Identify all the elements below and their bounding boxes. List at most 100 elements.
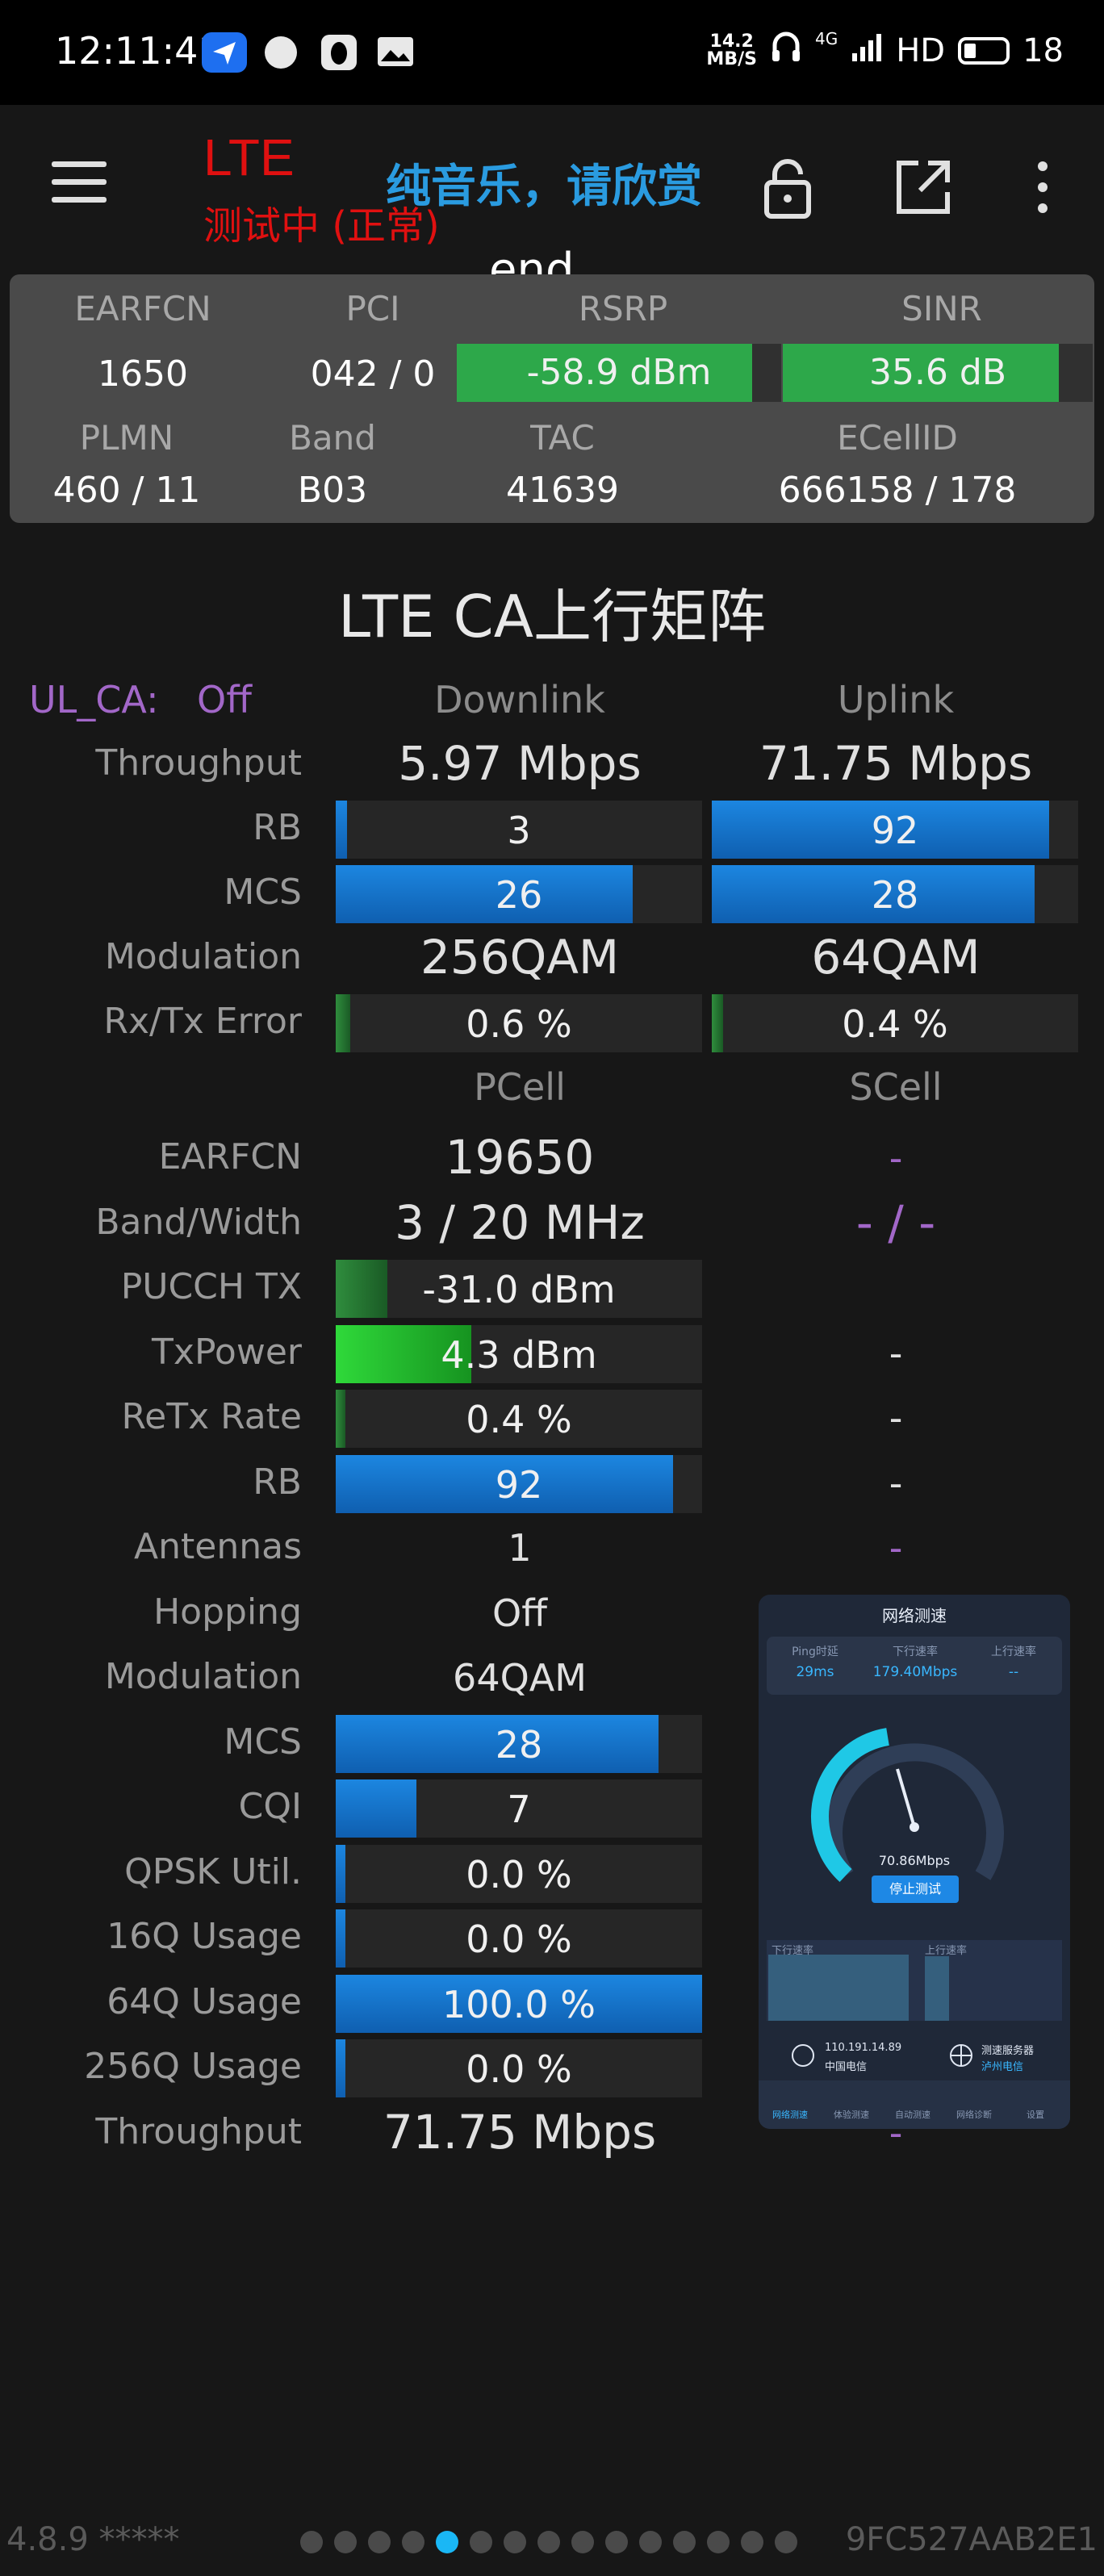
downlink-modulation: 256QAM — [420, 930, 620, 985]
speedtest-stats: Ping时延 29ms 下行速率 179.40Mbps 上行速率 -- — [767, 1637, 1062, 1695]
uplink-header: Uplink — [837, 678, 955, 721]
location-arrow-icon — [202, 32, 247, 73]
ecellid-value: 666158 / 178 — [778, 470, 1017, 511]
image-message-icon — [374, 32, 420, 73]
downlink-throughput: 5.97 Mbps — [398, 736, 642, 791]
mcs-label: MCS — [224, 872, 302, 913]
pcell-antennas-label: Antennas — [134, 1526, 302, 1567]
tab-speedtest[interactable]: 网络测速 — [760, 2108, 820, 2121]
plmn-value: 460 / 11 — [52, 470, 201, 511]
menu-hamburger-icon[interactable] — [52, 161, 107, 203]
ecellid-header: ECellID — [837, 418, 958, 458]
pcell-q256-label: 256Q Usage — [84, 2046, 302, 2087]
pci-header: PCI — [345, 289, 400, 328]
share-external-icon[interactable] — [891, 155, 956, 220]
page-dot[interactable] — [436, 2531, 458, 2553]
server-info: 110.191.14.89 中国电信 测速服务器 泸州电信 — [767, 2030, 1062, 2082]
pcell-hopping-value: Off — [492, 1591, 547, 1635]
pcell-pucch-tx-label: PUCCH TX — [120, 1266, 302, 1307]
band-header: Band — [289, 418, 376, 458]
rsrp-bar: -58.9 dBm — [457, 344, 781, 402]
page-dot[interactable] — [300, 2531, 323, 2553]
headphones-icon — [770, 29, 802, 73]
sinr-header: SINR — [901, 289, 982, 328]
pcell-cqi-bar: 7 — [336, 1779, 702, 1838]
pcell-mcs-label: MCS — [224, 1721, 302, 1763]
server-name[interactable]: 泸州电信 — [981, 2058, 1023, 2073]
ul-ca-value: Off — [197, 678, 252, 721]
page-dot[interactable] — [402, 2531, 424, 2553]
speed-graph: 下行速率 上行速率 — [767, 1940, 1062, 2021]
scell-header: SCell — [849, 1065, 943, 1109]
page-dot[interactable] — [470, 2531, 492, 2553]
tab-diagnose[interactable]: 网络诊断 — [944, 2108, 1004, 2121]
tab-experience[interactable]: 体验测速 — [822, 2108, 881, 2121]
scell-band-width-value: - / - — [855, 1195, 936, 1250]
status-bar: 12:11:41 14.2 MB/S 4G HD 18 — [0, 0, 1104, 105]
page-dot[interactable] — [775, 2531, 797, 2553]
page-dot[interactable] — [504, 2531, 526, 2553]
graph-up-caption: 上行速率 — [925, 1945, 968, 1957]
pcell-retx-rate-bar: 0.4 % — [336, 1390, 702, 1448]
pcell-hopping-label: Hopping — [153, 1591, 302, 1633]
tab-auto[interactable]: 自动测速 — [883, 2108, 943, 2121]
globe-icon — [950, 2044, 972, 2067]
earfcn-header: EARFCN — [74, 289, 211, 328]
scell-earfcn-value: - — [889, 1136, 903, 1180]
rxtx-error-label: Rx/Tx Error — [103, 1001, 302, 1042]
clock: 12:11:41 — [55, 29, 222, 73]
page-dot[interactable] — [707, 2531, 730, 2553]
page-dot[interactable] — [673, 2531, 696, 2553]
network-speed: 14.2 MB/S — [706, 31, 757, 69]
uplink-modulation: 64QAM — [811, 930, 981, 985]
pcell-modulation-label: Modulation — [104, 1656, 302, 1697]
pcell-band-width-label: Band/Width — [95, 1202, 302, 1243]
page-dot[interactable] — [334, 2531, 357, 2553]
page-dot[interactable] — [571, 2531, 594, 2553]
page-dot[interactable] — [605, 2531, 628, 2553]
more-vert-icon[interactable] — [1010, 155, 1075, 220]
uplink-mcs-bar: 28 — [712, 865, 1078, 923]
client-ip: 110.191.14.89 — [825, 2042, 902, 2054]
uplink-throughput: 71.75 Mbps — [759, 736, 1033, 791]
pcell-throughput-value: 71.75 Mbps — [383, 2105, 657, 2160]
ul-ca-label: UL_CA: — [29, 678, 159, 721]
music-banner: 纯音乐，请欣赏 — [386, 161, 702, 213]
hd-voice-indicator: HD — [896, 32, 946, 69]
tac-value: 41639 — [506, 470, 619, 511]
lock-icon[interactable] — [755, 155, 820, 220]
pcell-rb-bar: 92 — [336, 1455, 702, 1513]
stop-test-button[interactable]: 停止测试 — [872, 1876, 959, 1903]
page-dot[interactable] — [368, 2531, 391, 2553]
speedtest-tabbar: 网络测速 体验测速 自动测速 网络诊断 设置 — [759, 2080, 1070, 2129]
page-title: LTE CA上行矩阵 — [337, 583, 767, 650]
pcell-pucch-tx-bar: -31.0 dBm — [336, 1260, 702, 1318]
page-dot[interactable] — [537, 2531, 560, 2553]
gauge-reading: 70.86Mbps — [878, 1853, 951, 1868]
speedtest-title: 网络测速 — [882, 1606, 947, 1625]
earfcn-value: 1650 — [98, 353, 188, 395]
pcell-q16-bar: 0.0 % — [336, 1909, 702, 1968]
ping-stat: Ping时延 29ms — [792, 1646, 838, 1680]
page-dot[interactable] — [639, 2531, 662, 2553]
uplink-rb-bar: 92 — [712, 801, 1078, 859]
pcell-modulation-value: 64QAM — [453, 1656, 587, 1700]
speedtest-floating-window[interactable]: 网络测速 Ping时延 29ms 下行速率 179.40Mbps 上行速率 -- 70… — [759, 1595, 1070, 2129]
downlink-rb-bar: 3 — [336, 801, 702, 859]
page-indicator[interactable] — [300, 2531, 797, 2553]
battery-icon — [958, 37, 1010, 65]
rsrp-header: RSRP — [578, 289, 668, 328]
throughput-label: Throughput — [95, 742, 302, 784]
pcell-q64-bar: 100.0 % — [336, 1975, 702, 2033]
upload-stat: 上行速率 -- — [991, 1646, 1036, 1680]
server-label: 测速服务器 — [981, 2045, 1035, 2057]
pcell-mcs-bar: 28 — [336, 1715, 702, 1773]
pcell-earfcn-label: EARFCN — [158, 1136, 302, 1177]
network-mode: LTE — [203, 128, 295, 186]
scell-antennas-value: - — [889, 1526, 903, 1570]
app-version: 4.8.9 ***** — [6, 2521, 180, 2558]
pcell-band-width-value: 3 / 20 MHz — [395, 1195, 645, 1250]
modulation-label: Modulation — [104, 936, 302, 977]
page-dot[interactable] — [741, 2531, 763, 2553]
tab-settings[interactable]: 设置 — [1006, 2108, 1065, 2121]
